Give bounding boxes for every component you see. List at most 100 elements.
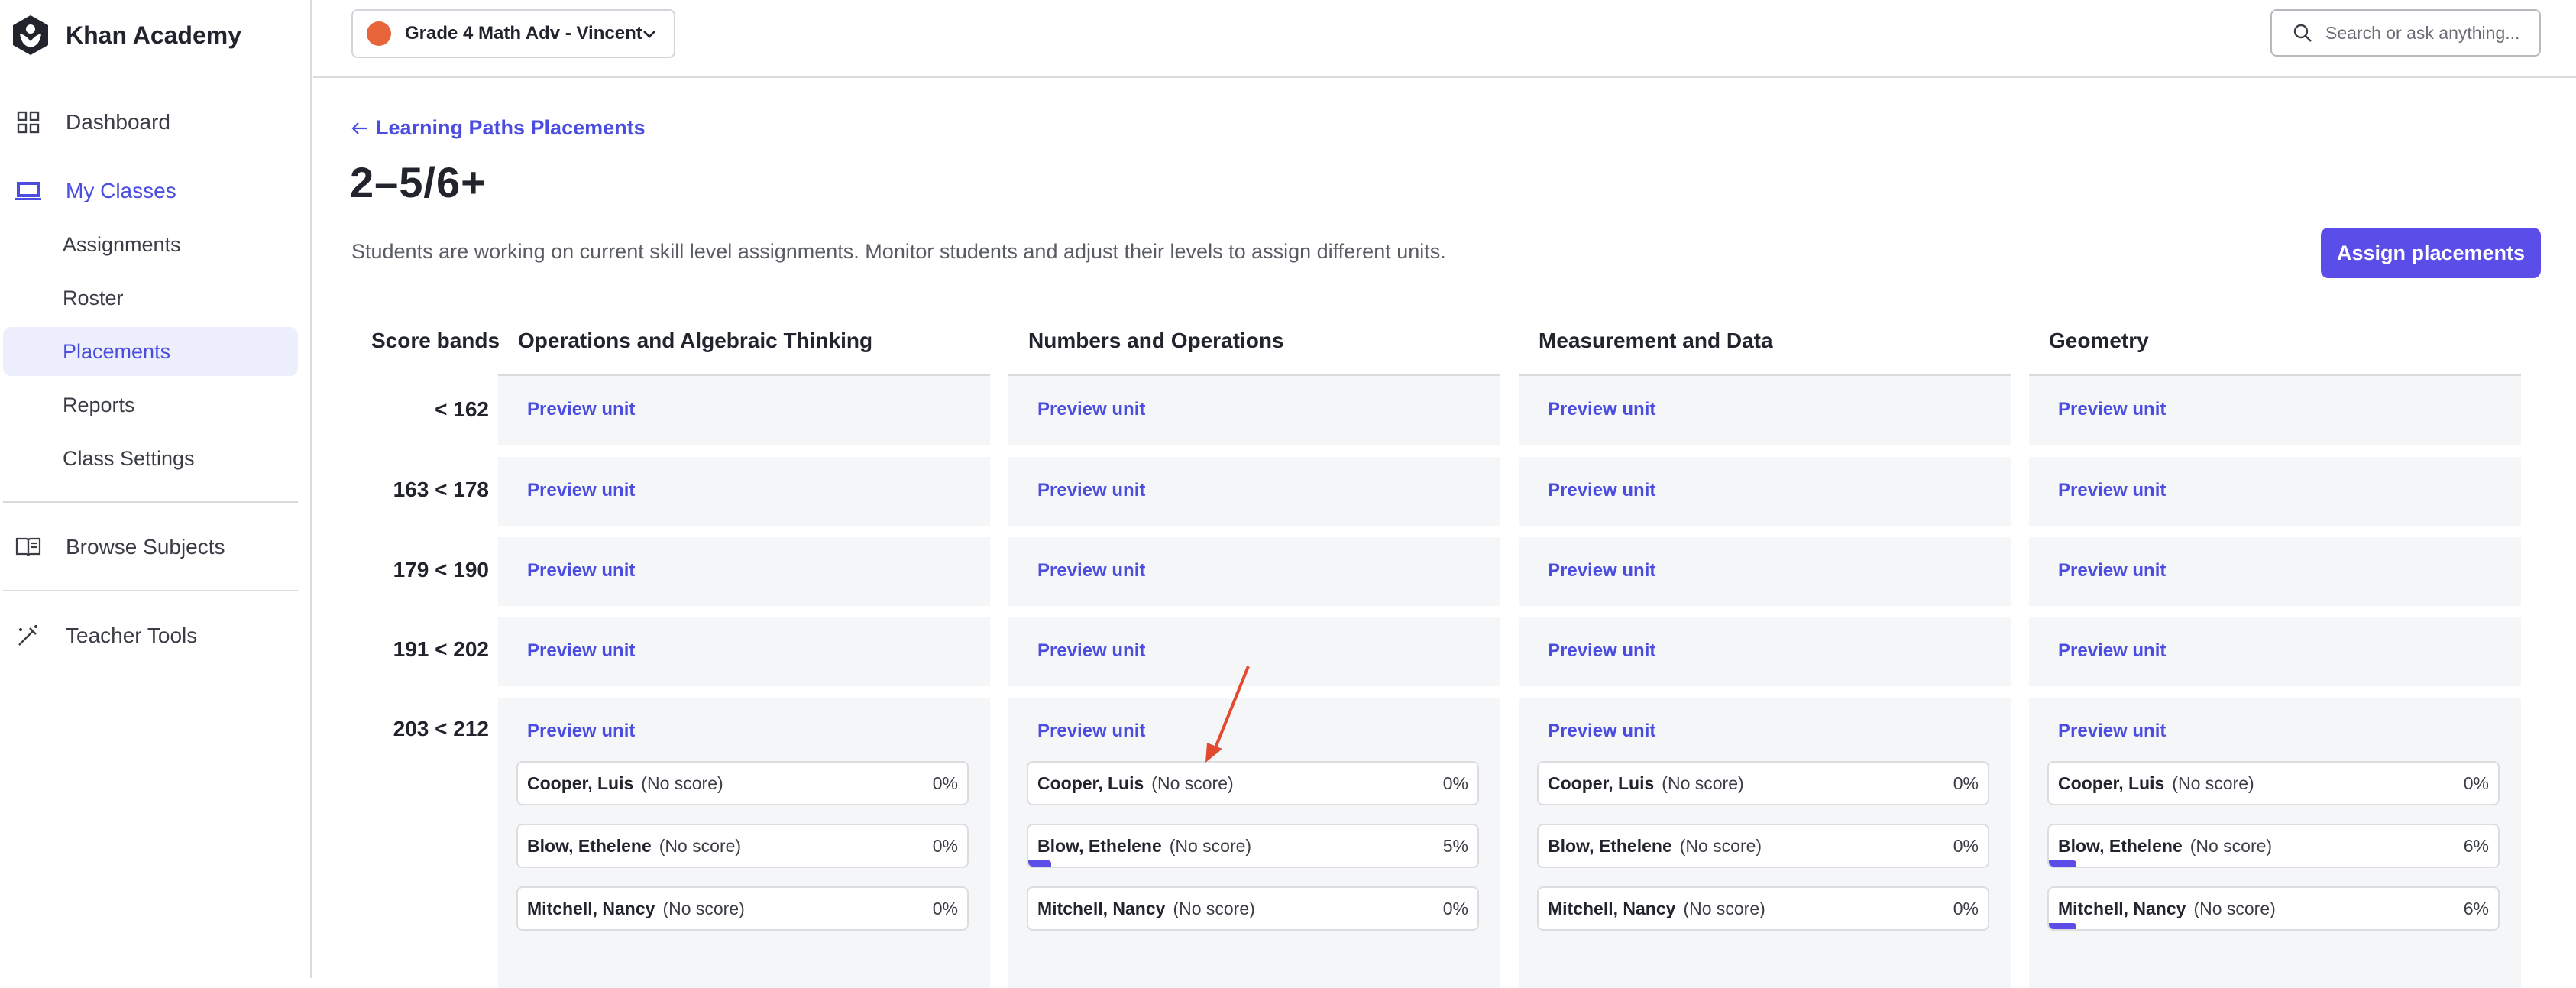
- student-name-text: Cooper, Luis: [1037, 773, 1144, 793]
- sidebar-item-roster[interactable]: Roster: [3, 274, 298, 322]
- placement-cell: Preview unit: [498, 537, 990, 606]
- band-label: 203 < 212: [393, 717, 489, 740]
- column-header: Geometry: [2049, 329, 2149, 352]
- student-name: Mitchell, Nancy (No score): [1037, 899, 1255, 919]
- placement-cell: Preview unit: [1008, 376, 1500, 445]
- student-card[interactable]: Cooper, Luis (No score) 0%: [1537, 761, 1989, 805]
- student-card[interactable]: Blow, Ethelene (No score) 0%: [1537, 824, 1989, 868]
- assign-placements-button[interactable]: Assign placements: [2321, 228, 2541, 278]
- student-name-text: Cooper, Luis: [527, 773, 634, 793]
- student-card[interactable]: Mitchell, Nancy (No score) 0%: [1537, 886, 1989, 931]
- student-progress-percent: 0%: [932, 773, 958, 793]
- chevron-down-icon: [643, 31, 655, 38]
- magic-wand-icon: [15, 623, 41, 649]
- band-label: 191 < 202: [393, 637, 489, 661]
- placement-cell: Preview unit: [2029, 537, 2521, 606]
- preview-unit-link[interactable]: Preview unit: [1037, 560, 1145, 581]
- student-card[interactable]: Blow, Ethelene (No score) 0%: [516, 824, 969, 868]
- column-header: Measurement and Data: [1539, 329, 1773, 352]
- preview-unit-link[interactable]: Preview unit: [1037, 721, 1145, 742]
- student-name-text: Blow, Ethelene: [527, 836, 652, 856]
- student-score: (No score): [659, 836, 742, 856]
- student-name-text: Mitchell, Nancy: [527, 899, 655, 918]
- annotation-arrow-icon: [1205, 666, 1250, 763]
- preview-unit-link[interactable]: Preview unit: [1548, 721, 1655, 742]
- student-name-text: Blow, Ethelene: [1037, 836, 1162, 856]
- grid-icon: [15, 109, 41, 135]
- placement-cell: Preview unit: [1519, 457, 2011, 526]
- student-score: (No score): [2189, 836, 2273, 856]
- book-icon: [15, 534, 41, 560]
- sidebar: Khan Academy Dashboard My Classes Assign…: [0, 0, 312, 978]
- student-card[interactable]: Mitchell, Nancy (No score) 0%: [1027, 886, 1479, 931]
- preview-unit-link[interactable]: Preview unit: [1548, 640, 1655, 662]
- student-card[interactable]: Cooper, Luis (No score) 0%: [516, 761, 969, 805]
- sidebar-item-my-classes[interactable]: My Classes: [3, 167, 298, 215]
- page-title: 2–5/6+: [350, 158, 487, 206]
- student-name: Mitchell, Nancy (No score): [527, 899, 745, 919]
- student-score: (No score): [1169, 836, 1252, 856]
- student-name: Cooper, Luis (No score): [1037, 773, 1234, 794]
- back-link[interactable]: Learning Paths Placements: [350, 116, 646, 140]
- sidebar-item-dashboard[interactable]: Dashboard: [3, 98, 298, 147]
- preview-unit-link[interactable]: Preview unit: [1037, 399, 1145, 420]
- preview-unit-link[interactable]: Preview unit: [2058, 399, 2166, 420]
- preview-unit-link[interactable]: Preview unit: [527, 640, 635, 662]
- student-name-text: Mitchell, Nancy: [1548, 899, 1676, 918]
- search-icon: [2293, 24, 2312, 42]
- sidebar-item-assignments[interactable]: Assignments: [3, 220, 298, 269]
- search-box[interactable]: [2270, 9, 2541, 57]
- preview-unit-link[interactable]: Preview unit: [2058, 560, 2166, 581]
- preview-unit-link[interactable]: Preview unit: [1548, 560, 1655, 581]
- preview-unit-link[interactable]: Preview unit: [2058, 640, 2166, 662]
- student-card[interactable]: Blow, Ethelene (No score) 6%: [2047, 824, 2500, 868]
- band-label: 179 < 190: [393, 558, 489, 581]
- preview-unit-link[interactable]: Preview unit: [527, 480, 635, 501]
- student-progress-percent: 6%: [2463, 899, 2489, 918]
- preview-unit-link[interactable]: Preview unit: [2058, 721, 2166, 742]
- student-score: (No score): [1151, 773, 1234, 793]
- preview-unit-link[interactable]: Preview unit: [1548, 399, 1655, 420]
- preview-unit-link[interactable]: Preview unit: [1037, 480, 1145, 501]
- class-selector[interactable]: Grade 4 Math Adv - Vincent: [351, 9, 675, 58]
- student-progress-bar: [2049, 923, 2076, 929]
- placement-cell: Preview unit: [498, 617, 990, 686]
- placement-cell: Preview unit: [2029, 617, 2521, 686]
- sidebar-item-class-settings[interactable]: Class Settings: [3, 434, 298, 483]
- sidebar-item-teacher-tools[interactable]: Teacher Tools: [3, 611, 298, 660]
- sidebar-item-placements[interactable]: Placements: [3, 327, 298, 376]
- sidebar-item-label: Roster: [63, 286, 124, 309]
- student-card[interactable]: Cooper, Luis (No score) 0%: [2047, 761, 2500, 805]
- preview-unit-link[interactable]: Preview unit: [1037, 640, 1145, 662]
- student-score: (No score): [2193, 899, 2276, 918]
- column-header: Operations and Algebraic Thinking: [518, 329, 873, 352]
- student-score: (No score): [1679, 836, 1762, 856]
- preview-unit-link[interactable]: Preview unit: [1548, 480, 1655, 501]
- preview-unit-link[interactable]: Preview unit: [527, 560, 635, 581]
- student-name-text: Cooper, Luis: [2058, 773, 2165, 793]
- back-link-label: Learning Paths Placements: [376, 116, 646, 139]
- logo[interactable]: Khan Academy: [9, 14, 241, 57]
- student-name: Mitchell, Nancy (No score): [2058, 899, 2276, 919]
- preview-unit-link[interactable]: Preview unit: [2058, 480, 2166, 501]
- student-progress-percent: 0%: [2463, 773, 2489, 793]
- student-score: (No score): [1662, 773, 1744, 793]
- student-score: (No score): [1173, 899, 1255, 918]
- student-score: (No score): [1683, 899, 1765, 918]
- placement-cell: Preview unit: [1519, 617, 2011, 686]
- student-progress-bar: [1028, 860, 1051, 867]
- column-header: Numbers and Operations: [1028, 329, 1284, 352]
- student-name-text: Blow, Ethelene: [1548, 836, 1672, 856]
- sidebar-item-reports[interactable]: Reports: [3, 381, 298, 429]
- student-card[interactable]: Mitchell, Nancy (No score) 6%: [2047, 886, 2500, 931]
- search-input[interactable]: [2324, 21, 2533, 44]
- student-name-text: Cooper, Luis: [1548, 773, 1655, 793]
- student-name: Blow, Ethelene (No score): [1037, 836, 1251, 857]
- preview-unit-link[interactable]: Preview unit: [527, 721, 635, 742]
- student-card[interactable]: Blow, Ethelene (No score) 5%: [1027, 824, 1479, 868]
- sidebar-item-browse-subjects[interactable]: Browse Subjects: [3, 523, 298, 572]
- sidebar-divider: [3, 501, 298, 503]
- preview-unit-link[interactable]: Preview unit: [527, 399, 635, 420]
- student-card[interactable]: Mitchell, Nancy (No score) 0%: [516, 886, 969, 931]
- sidebar-item-label: Teacher Tools: [66, 624, 198, 647]
